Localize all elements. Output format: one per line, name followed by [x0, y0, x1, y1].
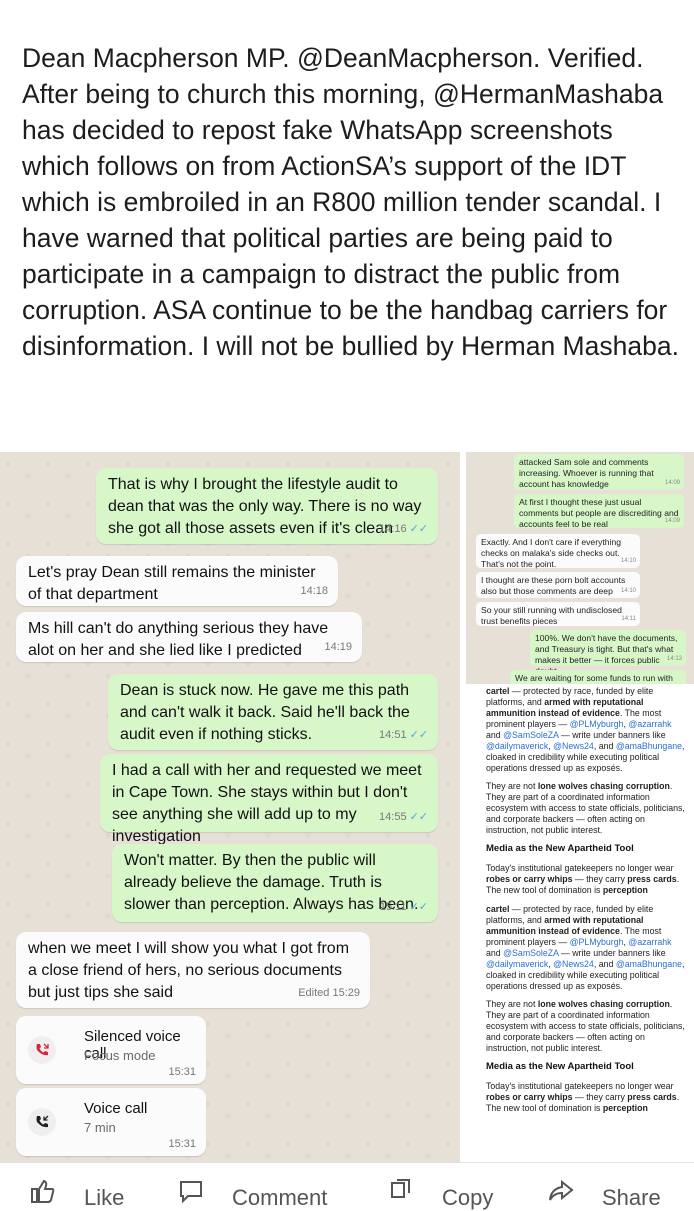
- read-ticks-icon: ✓✓: [409, 523, 428, 535]
- chat-message: Exactly. And I don't care if everything …: [476, 534, 640, 569]
- article-heading: Media as the New Apartheid Tool: [486, 1061, 634, 1072]
- read-ticks-icon: ✓✓: [409, 811, 428, 823]
- call-log-entry[interactable]: Silenced voice call Focus mode 15:31: [16, 1016, 206, 1084]
- article-heading: Media as the New Apartheid Tool: [486, 843, 634, 854]
- chat-message: I had a call with her and requested we m…: [100, 754, 438, 845]
- article-paragraph: Today's institutional gatekeepers no lon…: [486, 863, 680, 895]
- screenshot-collage: That is why I brought the lifestyle audi…: [0, 452, 694, 1162]
- post-action-bar: Like Comment Copy Share: [0, 1162, 694, 1210]
- chat-message: when we meet I will show you what I got …: [16, 932, 370, 1008]
- chat-message: That is why I brought the lifestyle audi…: [96, 468, 438, 544]
- chat-message: Dean is stuck now. He gave me this path …: [108, 674, 438, 750]
- article-paragraph: cartel — protected by race, funded by el…: [486, 686, 685, 773]
- chat-message: Won't matter. By then the public will al…: [112, 844, 438, 922]
- whatsapp-chat-screenshot: That is why I brought the lifestyle audi…: [0, 452, 460, 1162]
- chat-message: So your still running with undisclosed t…: [476, 602, 640, 626]
- article-screenshot: cartel — protected by race, funded by el…: [466, 684, 694, 1162]
- chat-message: attacked Sam sole and comments increasin…: [514, 454, 684, 490]
- copy-icon: [391, 1179, 410, 1198]
- article-paragraph: cartel — protected by race, funded by el…: [486, 904, 685, 991]
- article-paragraph: They are not lone wolves chasing corrupt…: [486, 999, 685, 1053]
- thumbs-up-icon: [31, 1179, 55, 1203]
- missed-call-icon: [28, 1036, 56, 1064]
- article-paragraph: They are not lone wolves chasing corrupt…: [486, 781, 685, 835]
- chat-message: At first I thought these just usual comm…: [514, 494, 684, 529]
- share-icon: [549, 1179, 574, 1201]
- chat-message: 100%. We don't have the documents, and T…: [530, 630, 686, 676]
- read-ticks-icon: ✓✓: [409, 901, 428, 913]
- whatsapp-chat-screenshot-small: attacked Sam sole and comments increasin…: [466, 452, 694, 684]
- chat-message: Ms hill can't do anything serious they h…: [16, 612, 362, 662]
- chat-message: Let's pray Dean still remains the minist…: [16, 556, 338, 606]
- read-ticks-icon: ✓✓: [409, 729, 428, 741]
- article-paragraph: Today's institutional gatekeepers no lon…: [486, 1081, 680, 1113]
- call-log-entry[interactable]: Voice call 7 min 15:31: [16, 1088, 206, 1156]
- chat-message: We are waiting for some funds to run wit…: [510, 670, 686, 684]
- post-text: Dean Macpherson MP. @DeanMacpherson. Ver…: [22, 43, 679, 361]
- incoming-call-icon: [28, 1108, 56, 1136]
- comment-icon: [180, 1181, 202, 1203]
- chat-message: I thought are these porn bolt accounts a…: [476, 572, 640, 598]
